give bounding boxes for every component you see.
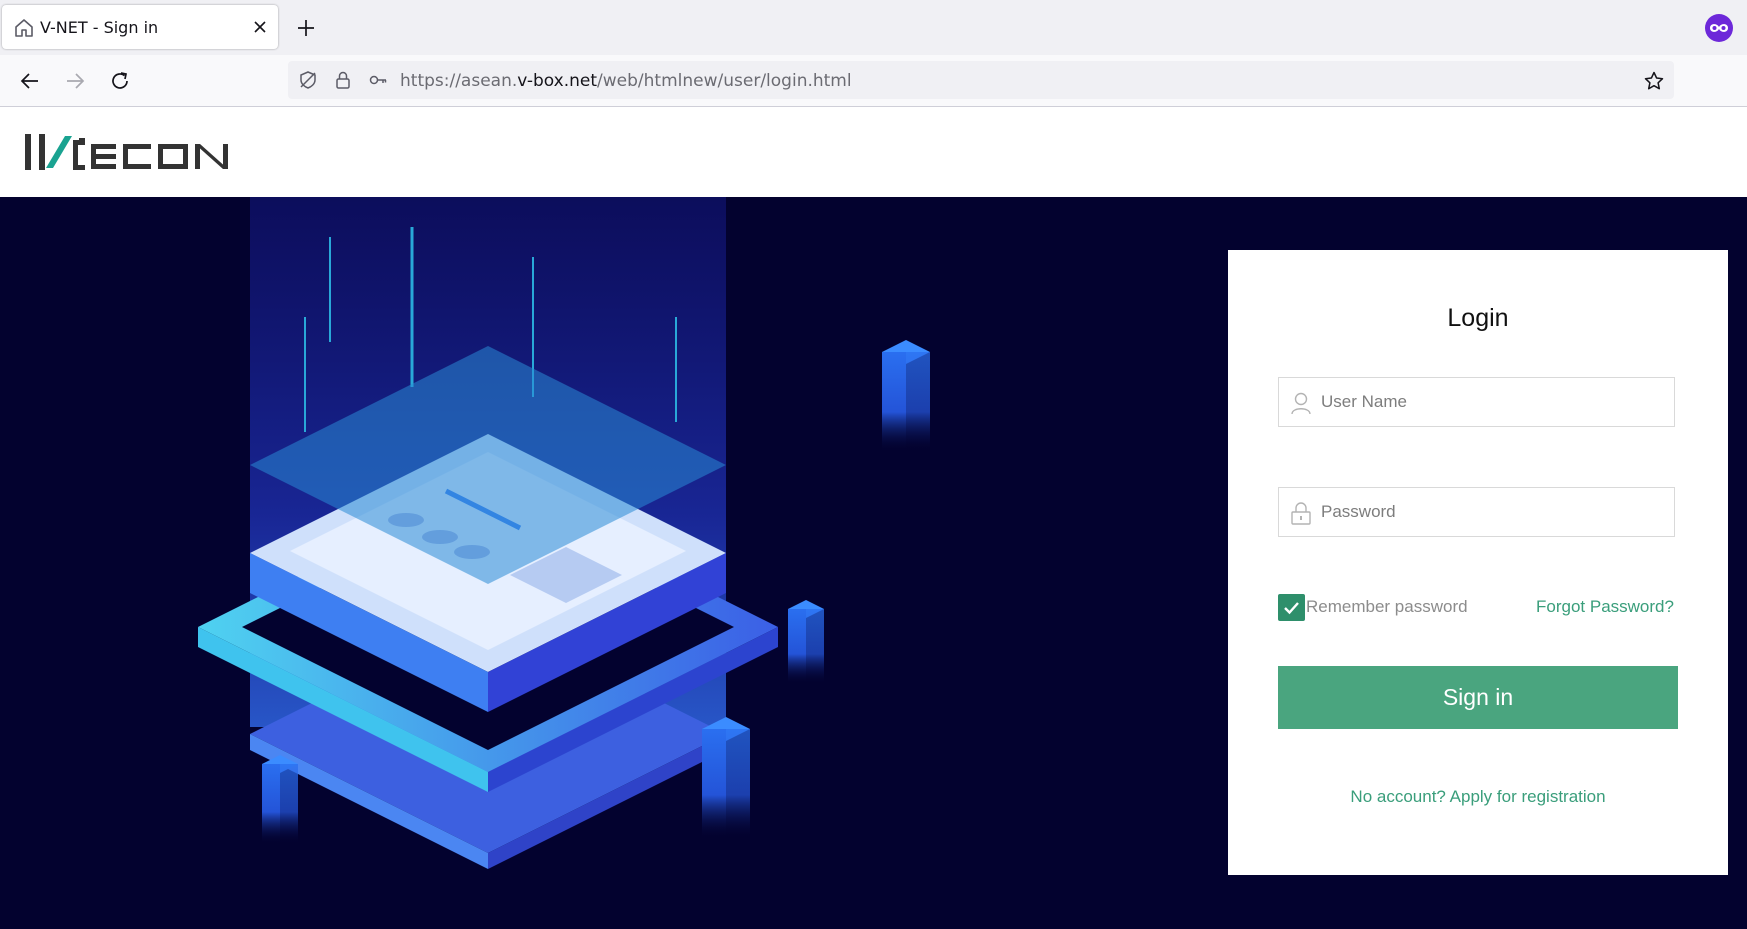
hero-banner: Login Remember password Fo (0, 197, 1747, 929)
username-field[interactable] (1278, 377, 1675, 427)
pillar (788, 600, 824, 684)
browser-nav-bar: https://asean.v-box.net/web/htmlnew/user… (0, 55, 1747, 107)
pillar (262, 755, 298, 844)
mask-icon (1710, 24, 1728, 32)
forgot-password-link[interactable]: Forgot Password? (1536, 597, 1674, 617)
key-icon[interactable] (368, 70, 388, 90)
reload-icon[interactable] (108, 69, 132, 93)
lock-icon[interactable] (333, 70, 353, 90)
remember-password-label[interactable]: Remember password (1306, 597, 1468, 617)
extension-icon[interactable] (1705, 14, 1733, 42)
user-icon (1291, 392, 1311, 415)
login-title: Login (1447, 304, 1509, 332)
sign-in-button[interactable]: Sign in (1278, 666, 1678, 729)
password-field[interactable] (1278, 487, 1675, 537)
wecon-logo[interactable] (25, 132, 230, 174)
padlock-icon (1291, 502, 1311, 525)
browser-tab-bar: V-NET - Sign in (0, 0, 1747, 55)
star-icon[interactable] (1643, 70, 1665, 92)
password-input[interactable] (1321, 488, 1661, 536)
site-header (0, 107, 1747, 197)
check-icon (1284, 602, 1299, 615)
back-arrow-icon[interactable] (18, 69, 42, 93)
browser-tab[interactable]: V-NET - Sign in (2, 5, 278, 49)
close-icon[interactable] (251, 18, 269, 36)
pillar (882, 340, 930, 452)
tab-title: V-NET - Sign in (40, 18, 159, 37)
isometric-illustration (198, 197, 930, 869)
login-card: Login Remember password Fo (1228, 250, 1728, 875)
shield-icon[interactable] (298, 70, 318, 90)
pillar (702, 717, 750, 839)
home-icon (15, 19, 33, 37)
url-text[interactable]: https://asean.v-box.net/web/htmlnew/user… (400, 71, 852, 91)
forward-arrow-icon[interactable] (63, 69, 87, 93)
checkbox-box[interactable] (1278, 594, 1305, 621)
register-link[interactable]: No account? Apply for registration (1228, 787, 1728, 807)
username-input[interactable] (1321, 378, 1661, 426)
url-bar[interactable]: https://asean.v-box.net/web/htmlnew/user… (288, 61, 1674, 99)
plus-icon[interactable] (294, 16, 318, 40)
